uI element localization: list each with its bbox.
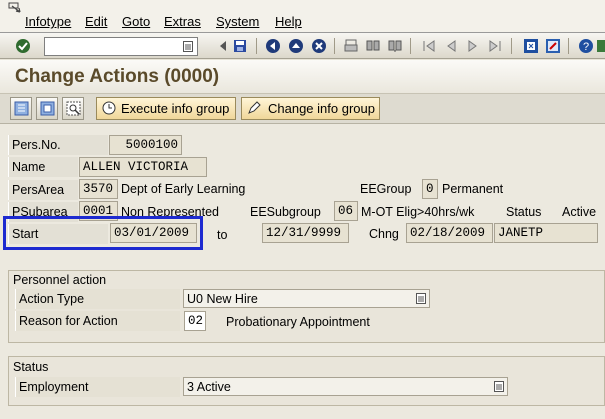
- reason-label: Reason for Action: [15, 311, 180, 331]
- system-menu-icon[interactable]: [8, 2, 22, 14]
- action-type-value: U0 New Hire: [187, 292, 258, 306]
- status-group-title: Status: [13, 360, 49, 374]
- last-page-icon[interactable]: [487, 38, 503, 54]
- pers-area-code: 3570: [79, 179, 118, 199]
- cancel-icon[interactable]: [311, 38, 327, 54]
- execute-info-group-button[interactable]: Execute info group: [96, 97, 237, 120]
- ee-subgroup-label: EESubgroup: [250, 205, 321, 219]
- svg-text:?: ?: [583, 41, 589, 53]
- menu-infotype[interactable]: Infotype: [25, 14, 71, 29]
- change-info-group-button[interactable]: Change info group: [241, 97, 380, 120]
- first-page-icon[interactable]: [421, 38, 437, 54]
- exit-icon[interactable]: [288, 38, 304, 54]
- new-session-icon[interactable]: [523, 38, 539, 54]
- end-date-field: 12/31/9999: [262, 223, 349, 243]
- ee-subgroup-text: M-OT Elig>40hrs/wk: [361, 205, 475, 219]
- pers-no-field: 5000100: [109, 135, 182, 155]
- execute-info-group-label: Execute info group: [121, 101, 230, 116]
- find-icon[interactable]: [365, 38, 381, 54]
- overview-button[interactable]: [10, 97, 32, 120]
- action-type-select[interactable]: U0 New Hire: [183, 289, 430, 308]
- menu-help[interactable]: Help: [275, 14, 302, 29]
- reason-text: Probationary Appointment: [226, 315, 370, 329]
- chng-label: Chng: [369, 227, 399, 241]
- name-field: ALLEN VICTORIA: [79, 157, 207, 177]
- menu-extras[interactable]: Extras: [164, 14, 201, 29]
- change-info-group-label: Change info group: [268, 101, 375, 116]
- scan-button[interactable]: [62, 97, 84, 120]
- help-icon[interactable]: ?: [578, 38, 594, 54]
- menu-system[interactable]: System: [216, 14, 259, 29]
- magnifier-icon: [66, 101, 81, 116]
- employment-label: Employment: [15, 377, 180, 397]
- menu-edit[interactable]: Edit: [85, 14, 107, 29]
- personnel-action-title: Personnel action: [13, 273, 107, 287]
- copy-button[interactable]: [36, 97, 58, 120]
- status-value: Active: [562, 205, 597, 219]
- copy-icon: [40, 101, 55, 116]
- dropdown-icon[interactable]: [183, 41, 193, 52]
- next-page-icon[interactable]: [465, 38, 481, 54]
- pencil-icon: [248, 101, 261, 114]
- shortcut-icon[interactable]: [545, 38, 561, 54]
- ee-group-code: 0: [422, 179, 438, 199]
- execute-icon: [102, 101, 116, 115]
- prev-page-icon[interactable]: [443, 38, 459, 54]
- ee-group-text: Permanent: [442, 182, 504, 196]
- to-label: to: [217, 228, 228, 242]
- menu-goto[interactable]: Goto: [122, 14, 150, 29]
- start-highlight-box: [3, 216, 203, 250]
- status-label: Status: [506, 205, 542, 219]
- back-icon[interactable]: [265, 38, 281, 54]
- ee-subgroup-code: 06: [334, 201, 358, 221]
- print-icon[interactable]: [343, 38, 359, 54]
- find-next-icon[interactable]: [387, 38, 403, 54]
- employment-select[interactable]: 3 Active: [183, 377, 508, 396]
- pers-area-label: PersArea: [8, 180, 78, 200]
- pers-no-label: Pers.No.: [8, 135, 108, 155]
- reason-code-field[interactable]: 02: [184, 311, 206, 331]
- pers-area-text: Dept of Early Learning: [121, 182, 246, 196]
- name-label: Name: [8, 157, 78, 177]
- enter-icon[interactable]: [15, 38, 31, 54]
- page-title: Change Actions (0000): [15, 66, 220, 87]
- dropdown-icon[interactable]: [416, 293, 426, 304]
- ee-group-label: EEGroup: [360, 182, 412, 196]
- overview-icon: [14, 101, 29, 116]
- changed-by-field: JANETP: [494, 223, 598, 243]
- command-field[interactable]: [44, 37, 198, 56]
- dropdown-icon[interactable]: [494, 381, 504, 392]
- action-type-label: Action Type: [15, 289, 180, 309]
- changed-date-field: 02/18/2009: [406, 223, 493, 243]
- save-icon[interactable]: [232, 38, 248, 54]
- layout-menu-icon[interactable]: [597, 38, 605, 54]
- back-arrow-icon[interactable]: [215, 38, 231, 54]
- employment-value: 3 Active: [187, 380, 231, 394]
